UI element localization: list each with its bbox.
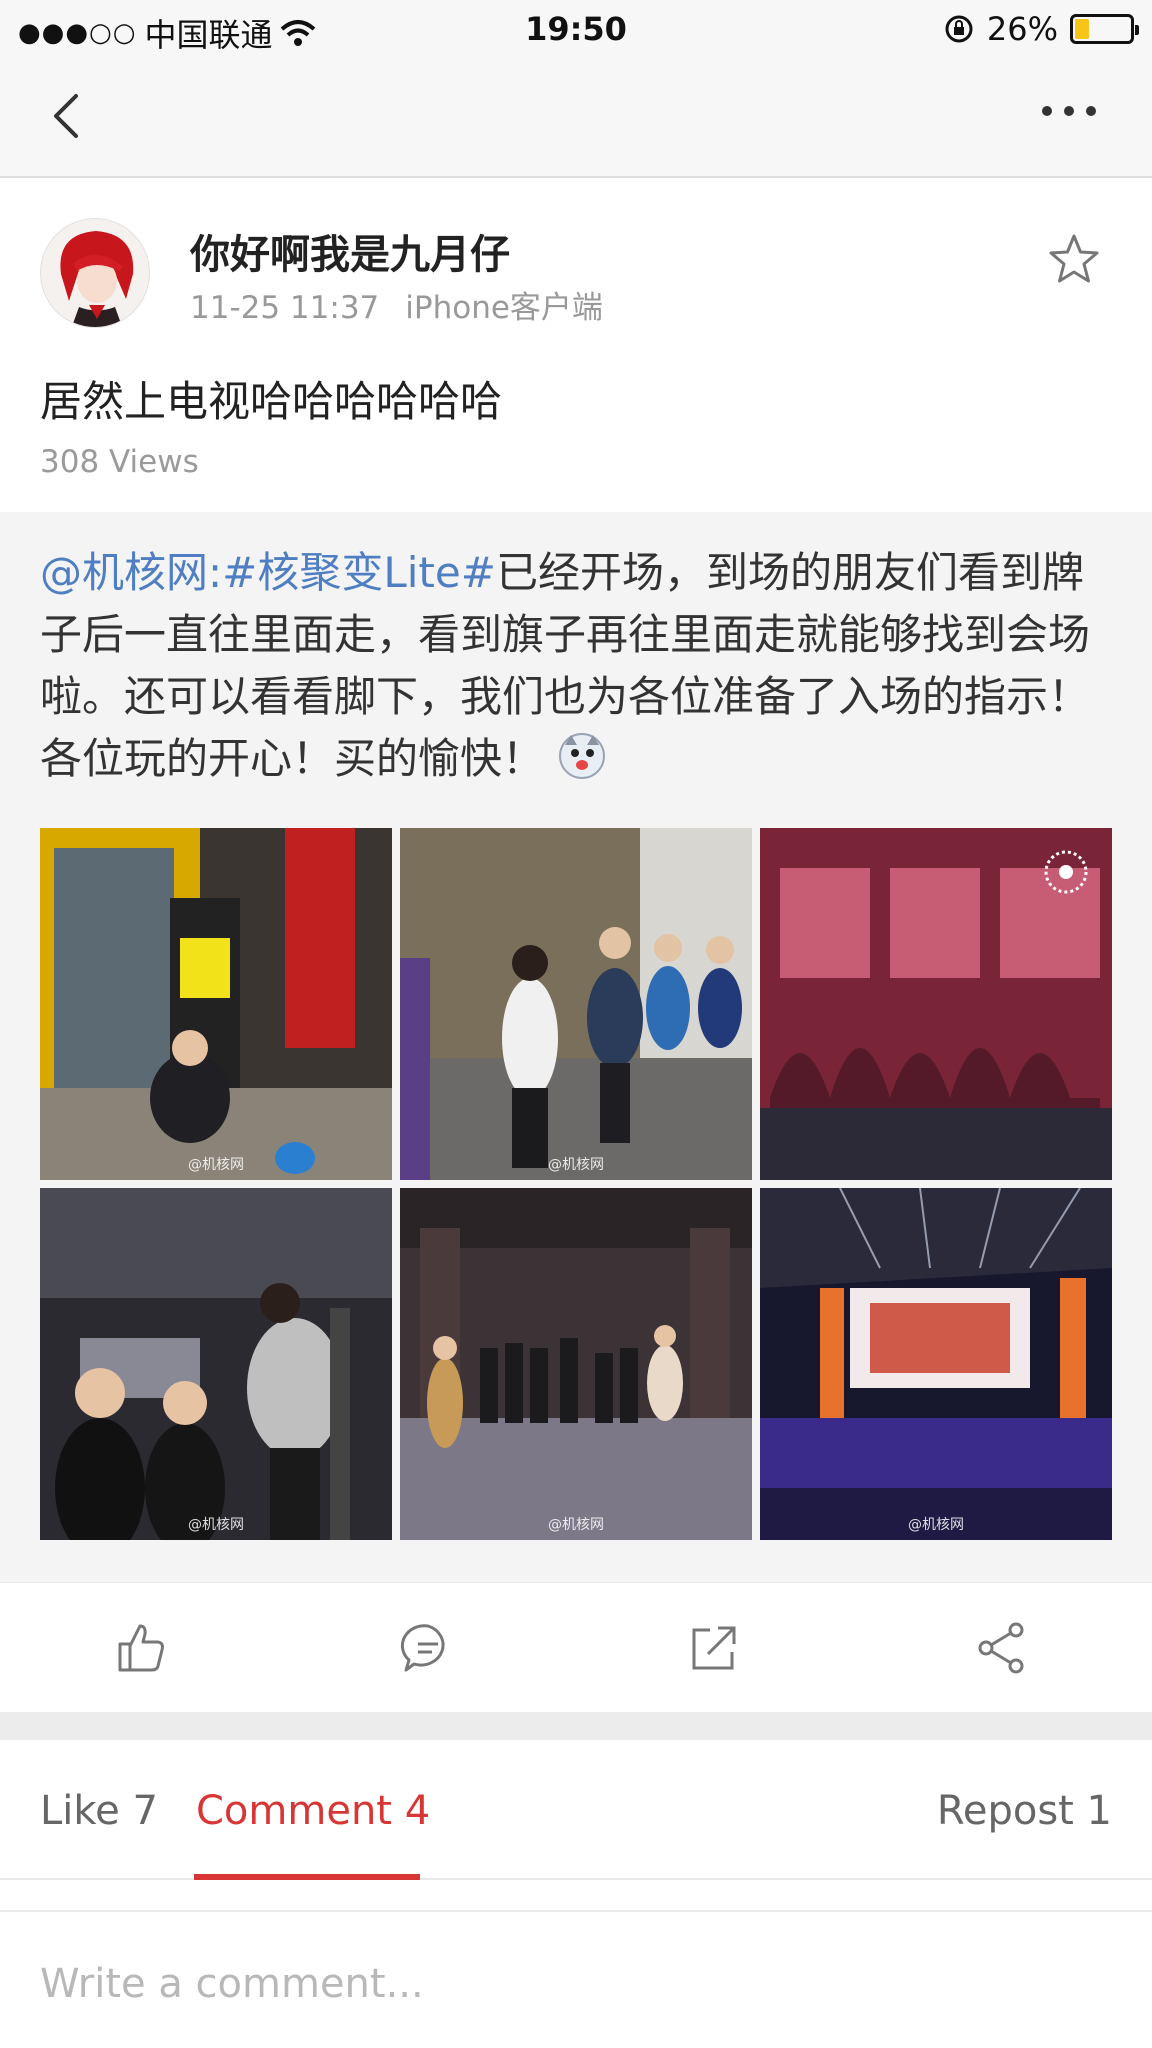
mention-link[interactable]: @机核网: [40, 548, 208, 597]
tab-like[interactable]: Like 7: [40, 1788, 158, 1834]
photo-watermark: @机核网: [548, 1517, 604, 1533]
photo-watermark: @机核网: [908, 1517, 964, 1533]
photo-thumbnail[interactable]: @机核网: [760, 1188, 1112, 1540]
battery-percent: 26%: [986, 10, 1058, 48]
tab-comment[interactable]: Comment 4: [196, 1788, 430, 1834]
view-count: 308 Views: [40, 444, 199, 480]
more-horizontal-icon[interactable]: [1042, 106, 1096, 116]
mention-colon: :: [208, 548, 223, 597]
nav-bar: [0, 58, 1152, 178]
repost-text: @机核网:#核聚变Lite#已经开场，到场的朋友们看到牌子后一直往里面走，看到旗…: [40, 542, 1120, 790]
comment-icon[interactable]: [398, 1618, 458, 1678]
comment-bar: [0, 1910, 1152, 2048]
tab-repost[interactable]: Repost 1: [937, 1788, 1112, 1834]
status-bar: ●●●○○ 中国联通 19:50 26%: [0, 0, 1152, 58]
share-icon[interactable]: [972, 1618, 1032, 1678]
reposted-content[interactable]: @机核网:#核聚变Lite#已经开场，到场的朋友们看到牌子后一直往里面走，看到旗…: [0, 512, 1152, 1582]
post-meta: 11-25 11:37 iPhone客户端: [190, 282, 603, 327]
star-icon[interactable]: [1044, 230, 1104, 290]
dog-emoji-icon: [559, 733, 606, 779]
repost-icon[interactable]: [684, 1618, 744, 1678]
battery-icon: [1070, 14, 1139, 44]
thumbs-up-icon[interactable]: [110, 1618, 170, 1678]
photo-thumbnail[interactable]: @机核网: [40, 828, 392, 1180]
action-bar: [0, 1582, 1152, 1712]
engagement-tabs: Like 7 Comment 4 Repost 1: [0, 1740, 1152, 1880]
photo-watermark: @机核网: [188, 1157, 244, 1173]
username[interactable]: 你好啊我是九月仔: [190, 222, 510, 280]
section-divider: [0, 1712, 1152, 1740]
photo-grid: @机核网 @机核网 @机核网 @机核网 @机核网: [40, 828, 1114, 1546]
active-tab-indicator: [194, 1874, 420, 1880]
battery-level: [1075, 19, 1090, 39]
photo-thumbnail[interactable]: @机核网: [400, 1188, 752, 1540]
post-text: 居然上电视哈哈哈哈哈哈: [40, 377, 503, 426]
post-source: iPhone客户端: [405, 290, 603, 326]
photo-thumbnail[interactable]: [760, 828, 1112, 1180]
comment-input[interactable]: [40, 1952, 1040, 2016]
hashtag-link[interactable]: #核聚变Lite#: [222, 548, 496, 597]
post-timestamp: 11-25 11:37: [190, 290, 380, 326]
photo-watermark: @机核网: [188, 1517, 244, 1533]
orientation-lock-icon: [945, 15, 973, 43]
chevron-left-icon[interactable]: [40, 86, 100, 146]
photo-thumbnail[interactable]: @机核网: [400, 828, 752, 1180]
avatar[interactable]: [40, 218, 150, 328]
photo-thumbnail[interactable]: @机核网: [40, 1188, 392, 1540]
photo-watermark: @机核网: [548, 1157, 604, 1173]
